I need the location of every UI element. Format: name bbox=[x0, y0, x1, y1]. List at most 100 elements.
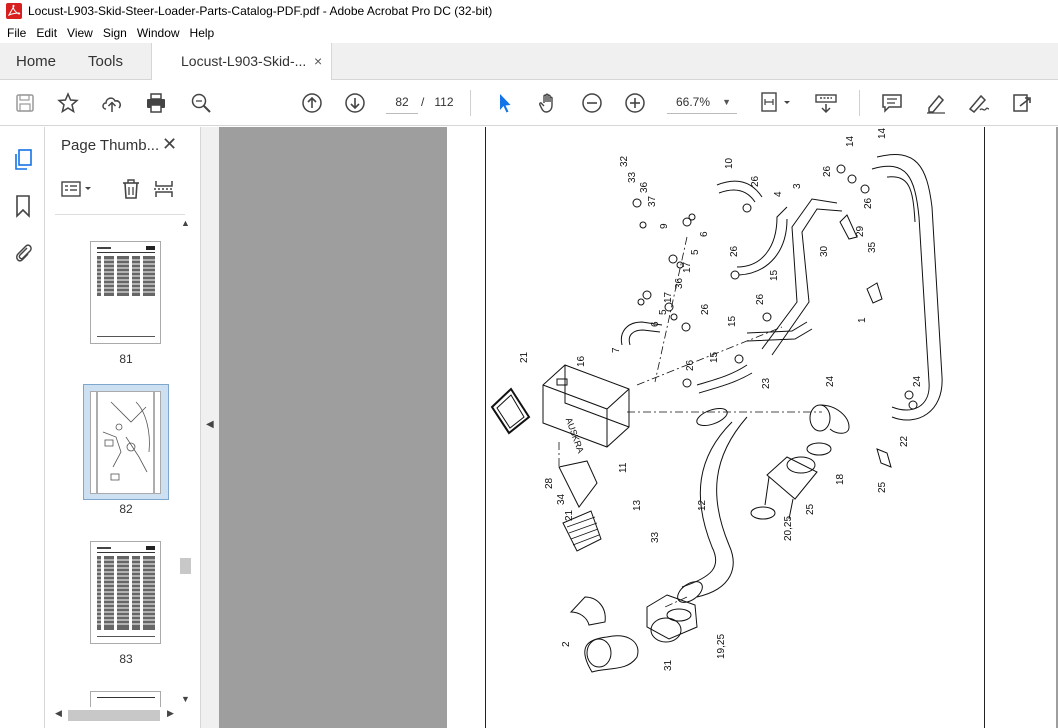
delete-page-icon[interactable] bbox=[118, 177, 144, 201]
callout-label: 24 bbox=[825, 375, 836, 387]
chevron-down-icon: ▼ bbox=[722, 97, 731, 107]
save-icon[interactable] bbox=[12, 90, 38, 116]
bookmarks-icon[interactable] bbox=[10, 193, 36, 219]
table-page-preview bbox=[91, 546, 160, 637]
scroll-mode-icon[interactable] bbox=[813, 90, 839, 116]
thumbnail-page-number: 83 bbox=[119, 652, 133, 666]
comment-icon[interactable] bbox=[879, 90, 905, 116]
fit-page-icon[interactable] bbox=[759, 90, 795, 116]
callout-label: 33 bbox=[627, 171, 638, 183]
highlight-icon[interactable] bbox=[923, 90, 949, 116]
window-title: Locust-L903-Skid-Steer-Loader-Parts-Cata… bbox=[28, 4, 493, 18]
callout-label: 11 bbox=[618, 462, 629, 473]
callout-label: 37 bbox=[647, 195, 658, 207]
callout-label: 32 bbox=[619, 155, 630, 167]
page-down-icon[interactable] bbox=[342, 90, 368, 116]
callout-label: 15 bbox=[709, 351, 720, 363]
page-thumbnails-icon[interactable] bbox=[10, 147, 36, 173]
callout-label: 13 bbox=[632, 499, 643, 511]
menu-view[interactable]: View bbox=[62, 26, 98, 40]
callout-label: 15 bbox=[769, 269, 780, 281]
document-viewer[interactable]: AUSKRA 32 33 36 37 9 6 5 17 36 17 5 6 7 … bbox=[219, 127, 1058, 728]
pdf-page: AUSKRA 32 33 36 37 9 6 5 17 36 17 5 6 7 … bbox=[447, 127, 1056, 728]
menu-sign[interactable]: Sign bbox=[98, 26, 132, 40]
callout-label: 20,25 bbox=[783, 516, 794, 541]
bookmark-star-icon[interactable] bbox=[55, 90, 81, 116]
callout-label: 21 bbox=[564, 509, 575, 521]
thumbnail-horizontal-scrollbar[interactable]: ◀ ▶ bbox=[55, 707, 178, 723]
menu-edit[interactable]: Edit bbox=[31, 26, 62, 40]
thumbnail-options-icon[interactable] bbox=[59, 177, 95, 201]
page-thumbnail-83[interactable] bbox=[90, 541, 161, 644]
attachments-icon[interactable] bbox=[10, 239, 36, 265]
scroll-up-icon[interactable]: ▲ bbox=[181, 218, 190, 228]
callout-label: 2 bbox=[561, 641, 572, 647]
callout-label: 16 bbox=[576, 355, 587, 367]
toolbar: 82 / 112 66.7% ▼ bbox=[0, 80, 1058, 126]
callout-label: 17 bbox=[663, 291, 674, 303]
zoom-search-icon[interactable] bbox=[188, 90, 214, 116]
scroll-down-icon[interactable]: ▼ bbox=[181, 694, 190, 704]
callout-label: 28 bbox=[544, 477, 555, 489]
total-pages: 112 bbox=[434, 95, 454, 109]
callout-label: 4 bbox=[773, 191, 784, 197]
callout-label: 18 bbox=[835, 473, 846, 485]
callout-label: 23 bbox=[761, 377, 772, 389]
thumbnail-page-number: 82 bbox=[119, 502, 133, 516]
callout-label: 34 bbox=[556, 493, 567, 505]
exploded-parts-diagram: AUSKRA 32 33 36 37 9 6 5 17 36 17 5 6 7 … bbox=[490, 127, 943, 673]
menu-window[interactable]: Window bbox=[132, 26, 185, 40]
select-arrow-icon[interactable] bbox=[491, 90, 517, 116]
callout-label: 10 bbox=[724, 157, 735, 169]
scroll-left-icon[interactable]: ◀ bbox=[55, 708, 62, 719]
callout-label: 26 bbox=[685, 359, 696, 371]
callout-label: 35 bbox=[867, 241, 878, 253]
callout-label: 33 bbox=[650, 531, 661, 543]
menu-help[interactable]: Help bbox=[185, 26, 220, 40]
tab-home[interactable]: Home bbox=[16, 43, 56, 80]
callout-label: 25 bbox=[805, 503, 816, 515]
tab-document[interactable]: Locust-L903-Skid-... × bbox=[151, 43, 332, 80]
page-number-input[interactable]: 82 bbox=[386, 90, 418, 114]
scrollbar-thumb[interactable] bbox=[68, 710, 160, 721]
menu-file[interactable]: File bbox=[2, 26, 31, 40]
close-panel-icon[interactable]: ✕ bbox=[162, 134, 177, 155]
callout-label: 9 bbox=[659, 223, 670, 229]
callout-label: 3 bbox=[792, 183, 803, 189]
callout-label: 26 bbox=[700, 303, 711, 315]
zoom-in-icon[interactable] bbox=[622, 90, 648, 116]
tab-tools[interactable]: Tools bbox=[88, 43, 123, 80]
callout-label: 25 bbox=[877, 481, 888, 493]
callout-label: 36 bbox=[674, 277, 685, 289]
callout-label: 24 bbox=[912, 375, 923, 387]
title-bar: Locust-L903-Skid-Steer-Loader-Parts-Cata… bbox=[0, 0, 1058, 22]
page-thumbnail-81[interactable] bbox=[90, 241, 161, 344]
upload-icon[interactable] bbox=[99, 90, 125, 116]
share-icon[interactable] bbox=[1010, 90, 1036, 116]
print-icon[interactable] bbox=[143, 90, 169, 116]
collapse-panel-icon[interactable]: ◀ bbox=[206, 419, 214, 430]
page-thumbnail-82[interactable] bbox=[90, 391, 161, 494]
callout-label: 5 bbox=[690, 249, 701, 255]
extract-pages-icon[interactable] bbox=[151, 177, 177, 201]
document-tab-label: Locust-L903-Skid-... bbox=[181, 53, 307, 69]
page-count: / 112 bbox=[421, 90, 454, 114]
zoom-level: 66.7% bbox=[676, 95, 711, 109]
callout-label: 26 bbox=[822, 165, 833, 177]
zoom-level-select[interactable]: 66.7% ▼ bbox=[667, 90, 737, 114]
zoom-out-icon[interactable] bbox=[579, 90, 605, 116]
scrollbar-thumb[interactable] bbox=[180, 558, 191, 574]
callout-label: 26 bbox=[755, 293, 766, 305]
callout-label: 5 bbox=[658, 309, 669, 315]
table-page-preview bbox=[91, 246, 160, 337]
callout-label: 1 bbox=[857, 317, 868, 323]
hand-icon[interactable] bbox=[535, 90, 561, 116]
close-tab-icon[interactable]: × bbox=[314, 43, 322, 80]
panel-collapse-strip[interactable]: ◀ bbox=[200, 127, 219, 728]
sign-icon[interactable] bbox=[966, 90, 992, 116]
scroll-right-icon[interactable]: ▶ bbox=[167, 708, 174, 719]
thumbnail-vertical-scrollbar[interactable]: ▲ ▼ bbox=[178, 218, 193, 707]
callout-label: 22 bbox=[899, 435, 910, 447]
page-up-icon[interactable] bbox=[299, 90, 325, 116]
callout-label: 12 bbox=[697, 499, 708, 511]
